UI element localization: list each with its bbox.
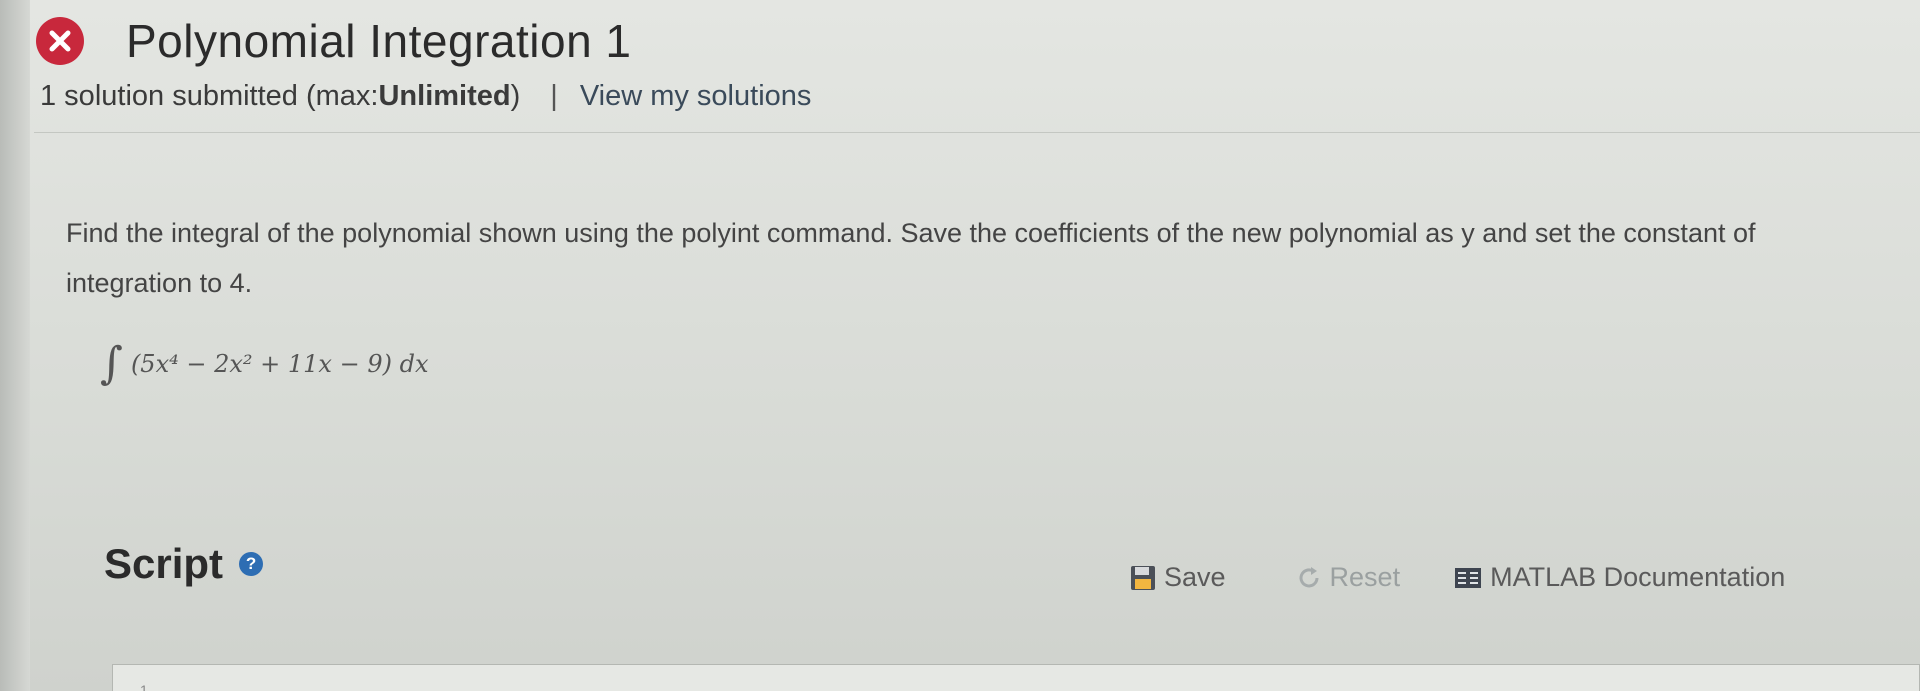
- integral-formula: ∫ (5x⁴ − 2x² + 11x − 9) dx: [100, 338, 429, 389]
- editor-line-number: 1: [140, 682, 148, 691]
- view-solutions-link[interactable]: View my solutions: [580, 80, 812, 113]
- refresh-icon: [1296, 565, 1322, 591]
- reset-button[interactable]: Reset: [1296, 562, 1401, 593]
- save-label: Save: [1164, 562, 1226, 592]
- script-label: Script: [104, 540, 224, 587]
- save-button[interactable]: Save: [1130, 562, 1226, 593]
- reset-label: Reset: [1329, 562, 1401, 592]
- integral-sign: ∫: [100, 338, 123, 389]
- floppy-disk-icon: [1130, 565, 1156, 591]
- x-circle-icon: [36, 17, 84, 65]
- script-header: Script ?: [104, 540, 264, 588]
- problem-title: Polynomial Integration 1: [126, 15, 632, 67]
- integral-expression: (5x⁴ − 2x² + 11x − 9) dx: [130, 349, 429, 378]
- x-mark-glyph: [49, 30, 71, 52]
- submission-count-close: ): [510, 80, 521, 112]
- question-circle-icon[interactable]: ?: [239, 552, 264, 576]
- submission-info: 1 solution submitted (max: Unlimited ) |…: [40, 80, 811, 113]
- problem-page: Polynomial Integration 1 1 solution subm…: [0, 0, 1920, 691]
- matlab-documentation-link[interactable]: MATLAB Documentation: [1454, 562, 1785, 593]
- left-border: [0, 0, 30, 691]
- submission-max-value: Unlimited: [378, 80, 511, 112]
- title-row: Polynomial Integration 1: [36, 14, 632, 68]
- separator: |: [550, 80, 558, 112]
- script-editor[interactable]: [112, 664, 1920, 691]
- script-toolbar: Save Reset MATLAB Documentation: [1130, 562, 1785, 593]
- submission-count-text: 1 solution submitted (max:: [40, 80, 379, 112]
- docs-label: MATLAB Documentation: [1490, 562, 1786, 592]
- divider: [34, 132, 1920, 133]
- problem-description: Find the integral of the polynomial show…: [66, 218, 1756, 298]
- documentation-icon: [1454, 566, 1482, 590]
